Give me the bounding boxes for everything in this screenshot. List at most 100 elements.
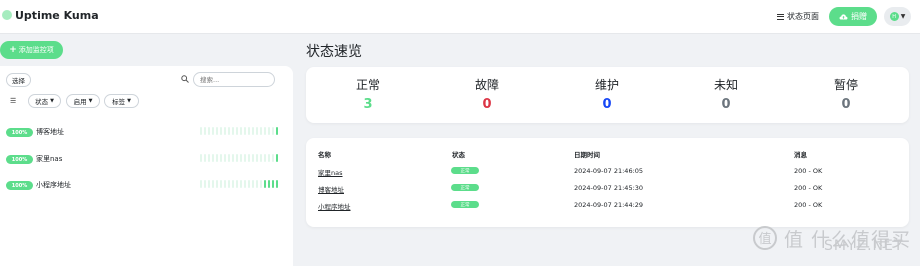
add-monitor-button[interactable]: + 添加监控项 (0, 41, 63, 59)
column-header-status: 状态 (452, 151, 465, 159)
heartbeat-beat (228, 180, 230, 188)
heartbeat-beat (200, 154, 202, 162)
heartbeat-beat (252, 154, 254, 162)
sponsor-button[interactable]: 捐赠 (829, 7, 877, 26)
heartbeat-beat (276, 180, 278, 188)
stat-up: 正常 3 (328, 76, 408, 112)
stat-label: 维护 (594, 78, 619, 92)
stat-value: 0 (721, 97, 731, 112)
heartbeat-beat (220, 154, 222, 162)
watermark-logo-icon: 值 (753, 226, 777, 250)
sponsor-label: 捐赠 (851, 12, 867, 21)
heartbeat-beat (228, 154, 230, 162)
chevron-down-icon: ▼ (900, 13, 906, 20)
status-page-link[interactable]: 状态页面 (777, 11, 819, 22)
heartbeat-beat (216, 180, 218, 188)
heartbeat-beat (200, 180, 202, 188)
status-badge: 正常 (451, 201, 479, 208)
stat-label: 正常 (355, 78, 380, 92)
event-message: 200 - OK (794, 201, 823, 209)
heartbeat-beat (276, 154, 278, 162)
event-message: 200 - OK (794, 184, 823, 192)
heartbeat-beat (216, 154, 218, 162)
heartbeat-beat (232, 180, 234, 188)
search-icon (181, 75, 189, 85)
heartbeat-beat (236, 127, 238, 135)
column-header-name: 名称 (318, 151, 331, 159)
monitor-list-item[interactable]: 100% 小程序地址 (0, 179, 293, 195)
heartbeat-beat (204, 154, 206, 162)
stat-down: 故障 0 (447, 76, 527, 112)
status-page-label: 状态页面 (787, 12, 819, 21)
heartbeat-beat (264, 180, 266, 188)
event-datetime: 2024-09-07 21:45:30 (574, 184, 644, 192)
stat-label: 暂停 (833, 78, 858, 92)
heartbeat-beat (252, 180, 254, 188)
monitor-name: 博客地址 (36, 128, 64, 136)
heartbeat-beat (248, 127, 250, 135)
status-badge: 正常 (451, 167, 479, 174)
heartbeat-beat (248, 180, 250, 188)
tags-filter-dropdown[interactable]: 标签 ▼ (104, 94, 139, 108)
heartbeat-beat (216, 127, 218, 135)
heartbeat-beat (204, 180, 206, 188)
heartbeat-beat (268, 180, 270, 188)
profile-dropdown[interactable]: H ▼ (884, 7, 911, 26)
app-title[interactable]: Uptime Kuma (15, 9, 99, 22)
select-button[interactable]: 选择 (6, 73, 31, 87)
heartbeat-beat (244, 154, 246, 162)
event-monitor-link[interactable]: 家里nas (318, 167, 343, 177)
monitor-list-item[interactable]: 100% 博客地址 (0, 126, 293, 142)
chevron-down-icon: ▼ (88, 98, 93, 104)
status-page-icon (777, 13, 784, 20)
heartbeat-beat (276, 127, 278, 135)
stat-label: 未知 (713, 78, 738, 92)
heartbeat-beat (232, 154, 234, 162)
heartbeat-beat (212, 180, 214, 188)
active-filter-dropdown[interactable]: 启用 ▼ (66, 94, 100, 108)
heartbeat-beat (260, 127, 262, 135)
active-filter-label: 启用 (73, 98, 87, 106)
monitor-name: 小程序地址 (36, 181, 71, 189)
heartbeat-beat (240, 127, 242, 135)
important-events-table: 名称 状态 日期时间 消息 家里nas 正常 2024-09-07 21:46:… (306, 138, 909, 227)
heartbeat-beat (256, 154, 258, 162)
heartbeat-beat (244, 127, 246, 135)
heartbeat-beat (260, 154, 262, 162)
heartbeat-beat (236, 180, 238, 188)
svg-text:值: 值 (758, 231, 771, 247)
event-monitor-link[interactable]: 小程序地址 (318, 201, 351, 211)
search-input[interactable] (193, 72, 275, 87)
stat-unknown: 未知 0 (686, 76, 766, 112)
heartbeat-beat (256, 127, 258, 135)
heartbeat-beat (236, 154, 238, 162)
plus-icon: + (9, 45, 17, 55)
stat-value: 0 (602, 97, 612, 112)
uptime-kuma-logo[interactable] (2, 10, 12, 20)
avatar: H (889, 12, 899, 21)
heartbeat-beat (228, 127, 230, 135)
heartbeat-bar (200, 127, 278, 135)
heartbeat-beat (252, 127, 254, 135)
heartbeat-beat (224, 127, 226, 135)
heartbeat-beat (204, 127, 206, 135)
status-filter-dropdown[interactable]: 状态 ▼ (28, 94, 61, 108)
monitor-list-panel: 选择 ☰ 状态 ▼ 启用 ▼ 标签 ▼ 100% 博客地址 100% 家里nas… (0, 66, 293, 266)
chevron-down-icon: ▼ (50, 98, 54, 104)
stat-maintenance: 维护 0 (567, 76, 647, 112)
event-datetime: 2024-09-07 21:46:05 (574, 167, 644, 175)
stat-paused: 暂停 0 (806, 76, 886, 112)
heartbeat-beat (268, 154, 270, 162)
filter-icon[interactable]: ☰ (10, 97, 16, 105)
event-message: 200 - OK (794, 167, 823, 175)
event-monitor-link[interactable]: 博客地址 (318, 184, 344, 194)
heartbeat-bar (200, 154, 278, 162)
column-header-datetime: 日期时间 (574, 151, 600, 159)
heartbeat-beat (256, 180, 258, 188)
monitor-list-item[interactable]: 100% 家里nas (0, 153, 293, 169)
heartbeat-beat (200, 127, 202, 135)
heartbeat-beat (260, 180, 262, 188)
heartbeat-beat (212, 127, 214, 135)
heartbeat-beat (264, 127, 266, 135)
status-filter-label: 状态 (35, 98, 49, 106)
